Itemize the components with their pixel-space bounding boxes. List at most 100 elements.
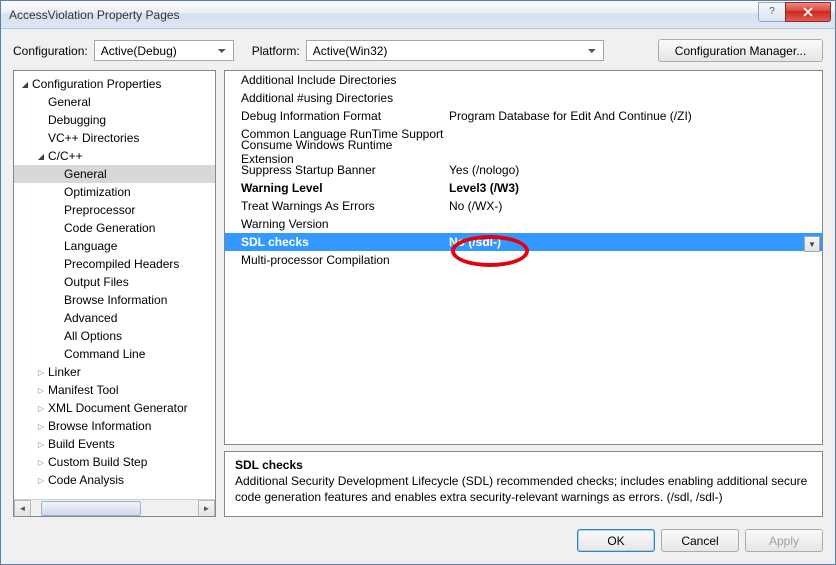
tree-hscrollbar[interactable]: ◄ ► [14,499,215,516]
cancel-button[interactable]: Cancel [661,529,739,552]
tree-item-label: Advanced [62,311,117,325]
tree-item[interactable]: Linker [14,363,216,381]
tree-item-label: Optimization [62,185,131,199]
description-body: Additional Security Development Lifecycl… [235,474,812,505]
tree-item-label: Linker [46,365,81,379]
property-value[interactable]: Yes (/nologo) [445,163,822,177]
chevron-right-icon[interactable] [36,422,46,431]
property-name: Debug Information Format [225,109,445,123]
tree-item-label: General [46,95,91,109]
tree-item[interactable]: Advanced [14,309,216,327]
close-button[interactable] [785,2,831,22]
configuration-manager-button[interactable]: Configuration Manager... [658,39,823,62]
property-row[interactable]: Consume Windows Runtime Extension [225,143,822,161]
chevron-right-icon[interactable] [36,404,46,413]
tree-item-label: Browse Information [62,293,167,307]
apply-button[interactable]: Apply [745,529,823,552]
platform-select[interactable]: Active(Win32) [306,40,604,61]
property-value[interactable]: No (/WX-) [445,199,822,213]
tree-item[interactable]: Custom Build Step [14,453,216,471]
property-name: Warning Version [225,217,445,231]
tree-item-label: Manifest Tool [46,383,118,397]
tree-item-label: Command Line [62,347,145,361]
scroll-thumb[interactable] [41,501,141,516]
chevron-down-icon[interactable] [36,152,46,161]
tree-item[interactable]: Code Generation [14,219,216,237]
property-row[interactable]: Multi-processor Compilation [225,251,822,269]
tree-item[interactable]: XML Document Generator [14,399,216,417]
tree-item-label: Custom Build Step [46,455,147,469]
tree-item-label: Language [62,239,117,253]
chevron-down-icon[interactable] [20,80,30,89]
configuration-label: Configuration: [13,44,88,58]
scroll-left-button[interactable]: ◄ [14,500,31,517]
tree-item-label: General [62,167,107,181]
property-name: SDL checks [225,235,445,249]
chevron-right-icon[interactable] [36,476,46,485]
tree-item[interactable]: Language [14,237,216,255]
property-value[interactable]: No (/sdl-)▼ [445,235,822,249]
property-row[interactable]: Treat Warnings As ErrorsNo (/WX-) [225,197,822,215]
chevron-right-icon[interactable] [36,386,46,395]
tree-item[interactable]: Preprocessor [14,201,216,219]
tree-item[interactable]: General [14,165,216,183]
tree-item-label: Configuration Properties [30,77,161,91]
property-row[interactable]: Suppress Startup BannerYes (/nologo) [225,161,822,179]
ok-button[interactable]: OK [577,529,655,552]
property-row[interactable]: SDL checksNo (/sdl-)▼ [225,233,822,251]
property-value[interactable]: Program Database for Edit And Continue (… [445,109,822,123]
tree-item-label: VC++ Directories [46,131,139,145]
scroll-right-button[interactable]: ► [198,500,215,517]
description-panel: SDL checks Additional Security Developme… [224,451,823,517]
property-row[interactable]: Warning Version [225,215,822,233]
property-name: Additional #using Directories [225,91,445,105]
tree-item[interactable]: Precompiled Headers [14,255,216,273]
tree-item[interactable]: Output Files [14,273,216,291]
chevron-right-icon[interactable] [36,440,46,449]
property-row[interactable]: Additional #using Directories [225,89,822,107]
tree-item[interactable]: Browse Information [14,417,216,435]
property-grid: Additional Include Directories Additional… [224,70,823,445]
tree-item[interactable]: Command Line [14,345,216,363]
tree-item[interactable]: Configuration Properties [14,75,216,93]
property-row[interactable]: Additional Include Directories [225,71,822,89]
property-name: Multi-processor Compilation [225,253,445,267]
tree-item[interactable]: General [14,93,216,111]
tree-panel: Configuration Properties General Debugging… [13,70,216,517]
tree-item[interactable]: Code Analysis [14,471,216,489]
tree-item-label: Precompiled Headers [62,257,179,271]
tree-item[interactable]: VC++ Directories [14,129,216,147]
property-name: Warning Level [225,181,445,195]
tree-item[interactable]: All Options [14,327,216,345]
property-name: Treat Warnings As Errors [225,199,445,213]
tree-item-label: Debugging [46,113,106,127]
description-title: SDL checks [235,458,812,472]
tree-item-label: All Options [62,329,122,343]
help-button[interactable]: ? [758,2,786,22]
tree-item-label: Preprocessor [62,203,135,217]
property-name: Additional Include Directories [225,73,445,87]
property-name: Suppress Startup Banner [225,163,445,177]
window-title: AccessViolation Property Pages [9,8,759,22]
chevron-right-icon[interactable] [36,368,46,377]
tree-item[interactable]: Browse Information [14,291,216,309]
property-row[interactable]: Debug Information FormatProgram Database… [225,107,822,125]
tree-item[interactable]: C/C++ [14,147,216,165]
chevron-right-icon[interactable] [36,458,46,467]
tree-item-label: XML Document Generator [46,401,188,415]
tree-item[interactable]: Manifest Tool [14,381,216,399]
configuration-select[interactable]: Active(Debug) [94,40,234,61]
tree-item-label: Output Files [62,275,129,289]
tree-item-label: Browse Information [46,419,151,433]
dropdown-button[interactable]: ▼ [804,236,820,252]
property-value[interactable]: Level3 (/W3) [445,181,822,195]
tree-item-label: Code Analysis [46,473,124,487]
tree-item[interactable]: Debugging [14,111,216,129]
tree-item[interactable]: Optimization [14,183,216,201]
tree-item-label: C/C++ [46,149,83,163]
tree-item[interactable]: Build Events [14,435,216,453]
title-bar: AccessViolation Property Pages ? [1,1,835,29]
config-toolbar: Configuration: Active(Debug) Platform: A… [1,29,835,70]
tree-item-label: Build Events [46,437,115,451]
property-row[interactable]: Warning LevelLevel3 (/W3) [225,179,822,197]
